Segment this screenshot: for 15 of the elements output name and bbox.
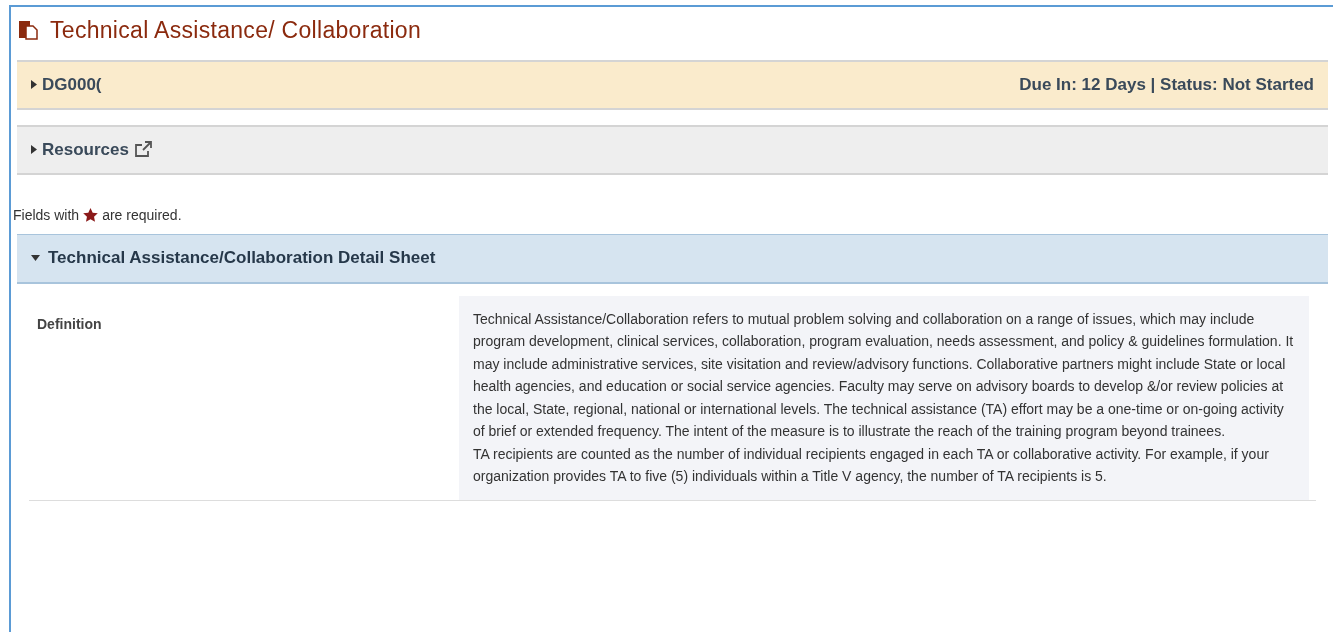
definition-text: Technical Assistance/Collaboration refers to mutual problem solving and collaboration on a range of issues, which may include program development, clinical services, collaboration, program evaluation, needs assessment, and policy & guidelines formulation. It may include administrative services, site visitation and review/advisory functions. Collaborative partners might include State or local health agencies, and education or social service agencies. Faculty may serve on advisory boards to develop &/or review policies at the local, State, regional, national or international levels. The technical assistance (TA) effort may be a one-time or on-going activity of brief or extended frequency. The intent of the measure is to illustrate the reach of the training program beyond trainees. TA recipients are counted as the number of individual recipients engaged in each TA or collaborative activity. For example, if your organization provides TA to five (5) individuals within a Title V agency, the number of TA recipients is 5. bbox=[459, 295, 1309, 500]
field-label: Definition bbox=[36, 314, 103, 334]
document-icon bbox=[18, 20, 38, 41]
star-icon bbox=[83, 208, 99, 222]
caret-right-icon bbox=[31, 145, 37, 154]
section-header[interactable]: Technical Assistance/Collaboration Detail Sheet bbox=[17, 233, 1328, 284]
panel-toggle[interactable]: DG000( bbox=[31, 71, 102, 98]
caret-right-icon bbox=[31, 80, 37, 89]
due-status: Due In: 12 Days | Status: Not Started bbox=[1019, 73, 1314, 96]
required-note-text: Fields with bbox=[13, 205, 80, 225]
external-link-icon bbox=[133, 141, 153, 158]
required-note-text: are required. bbox=[102, 205, 182, 225]
panel-toggle[interactable]: Resources bbox=[31, 136, 153, 163]
page-title: Technical Assistance/ Collaboration bbox=[50, 16, 422, 45]
caret-down-icon bbox=[31, 255, 40, 261]
